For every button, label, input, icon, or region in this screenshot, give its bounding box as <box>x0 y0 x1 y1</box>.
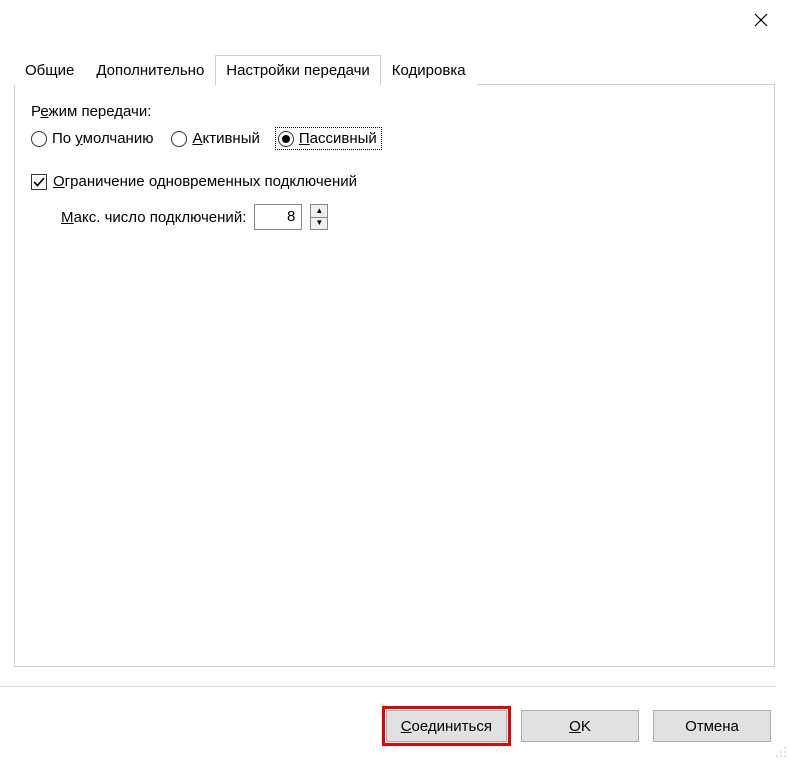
transfer-settings-panel: Режим передачи: По умолчанию Активный Па… <box>14 85 775 667</box>
tabs-bar: Общие Дополнительно Настройки передачи К… <box>14 54 775 85</box>
tab-advanced[interactable]: Дополнительно <box>85 55 215 85</box>
radio-passive[interactable]: Пассивный <box>277 129 380 148</box>
radio-active[interactable]: Активный <box>171 130 259 147</box>
titlebar <box>0 0 789 40</box>
radio-icon <box>278 131 294 147</box>
radio-active-label: Активный <box>192 130 259 147</box>
transfer-mode-radio-group: По умолчанию Активный Пассивный <box>31 130 758 147</box>
max-connections-spinner: ▲ ▼ <box>310 204 328 230</box>
spinner-up-button[interactable]: ▲ <box>311 205 327 218</box>
cancel-button[interactable]: Отмена <box>653 710 771 742</box>
spinner-down-button[interactable]: ▼ <box>311 218 327 230</box>
radio-default[interactable]: По умолчанию <box>31 130 153 147</box>
close-icon <box>754 13 768 27</box>
radio-passive-label: Пассивный <box>299 130 377 147</box>
checkbox-icon <box>31 174 47 190</box>
connect-button[interactable]: Соединиться <box>386 710 507 742</box>
max-connections-input[interactable]: 8 <box>254 204 302 230</box>
ok-button[interactable]: OK <box>521 710 639 742</box>
limit-connections-label: Ограничение одновременных подключений <box>53 173 357 190</box>
dialog-button-bar: Соединиться OK Отмена <box>386 710 771 742</box>
button-separator <box>0 686 775 687</box>
tab-transfer-settings[interactable]: Настройки передачи <box>215 55 381 85</box>
transfer-mode-label: Режим передачи: <box>31 103 758 120</box>
radio-icon <box>31 131 47 147</box>
tab-general[interactable]: Общие <box>14 55 85 85</box>
tab-encoding[interactable]: Кодировка <box>381 55 477 85</box>
resize-grip-icon[interactable] <box>773 744 787 758</box>
max-connections-label: Макс. число подключений: <box>61 209 246 226</box>
limit-connections-checkbox[interactable]: Ограничение одновременных подключений <box>31 173 758 190</box>
radio-icon <box>171 131 187 147</box>
radio-default-label: По умолчанию <box>52 130 153 147</box>
close-button[interactable] <box>741 4 781 36</box>
max-connections-row: Макс. число подключений: 8 ▲ ▼ <box>61 204 758 230</box>
